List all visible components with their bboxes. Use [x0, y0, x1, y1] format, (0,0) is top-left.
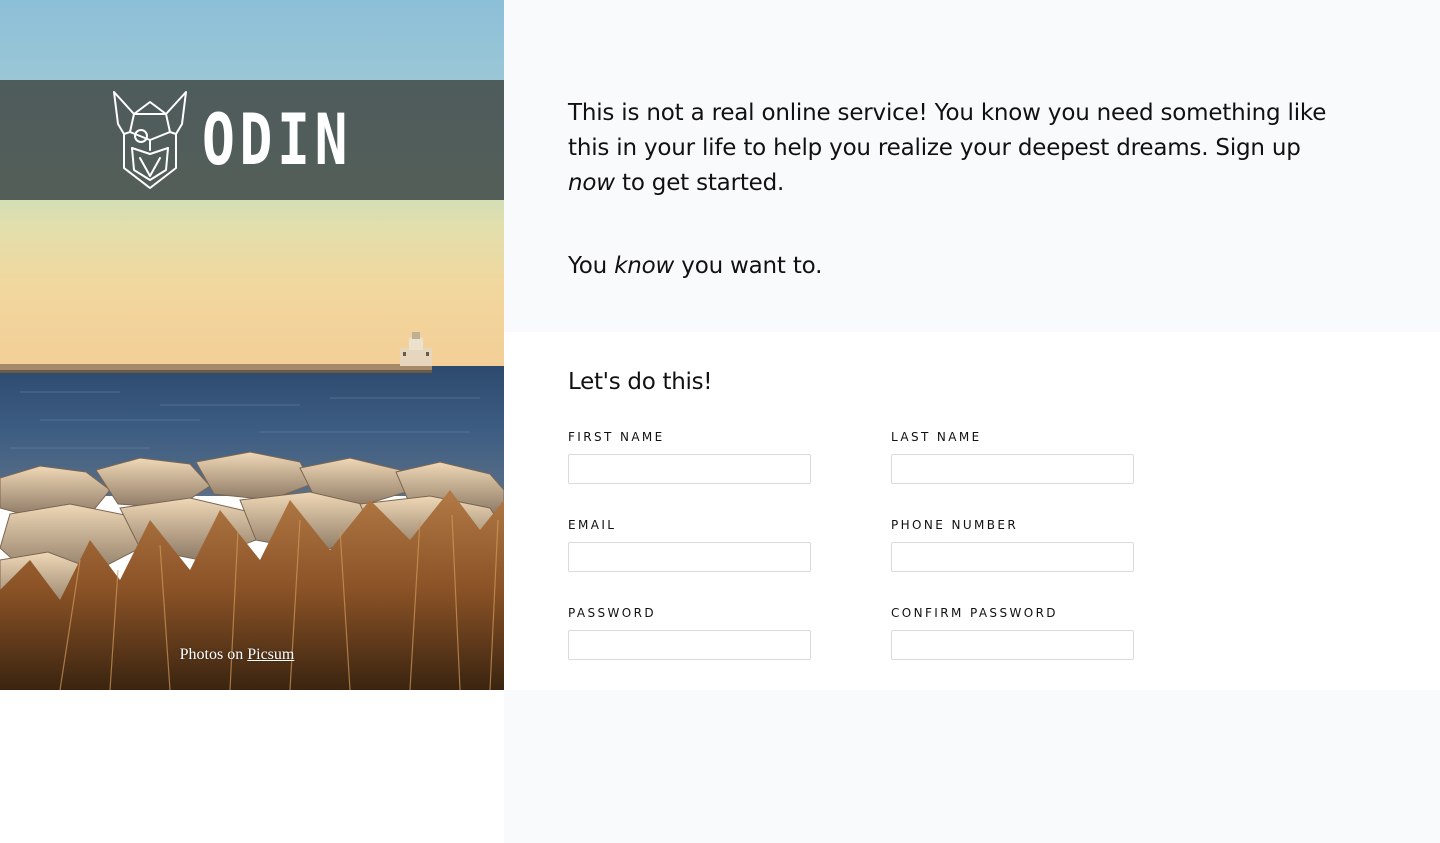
- confirm-password-label: CONFIRM PASSWORD: [891, 606, 1058, 620]
- tagline-text-after: you want to.: [681, 253, 823, 279]
- form-fields: FIRST NAME LAST NAME EMAIL PHONE NUMBER …: [568, 430, 1368, 670]
- first-name-group: FIRST NAME: [568, 430, 811, 484]
- last-name-group: LAST NAME: [891, 430, 1134, 484]
- tagline-emphasis-know: know: [614, 253, 675, 279]
- intro-text-after: to get started.: [622, 170, 785, 196]
- intro-section: This is not a real online service! You k…: [504, 0, 1440, 332]
- email-group: EMAIL: [568, 518, 811, 572]
- left-panel: ODIN Photos on Picsum: [0, 0, 504, 843]
- password-label: PASSWORD: [568, 606, 657, 620]
- email-label: EMAIL: [568, 518, 617, 532]
- signup-page: ODIN Photos on Picsum This is not a real…: [0, 0, 1440, 843]
- last-name-label: LAST NAME: [891, 430, 982, 444]
- password-group: PASSWORD: [568, 606, 811, 660]
- password-input[interactable]: [568, 630, 811, 660]
- first-name-label: FIRST NAME: [568, 430, 665, 444]
- intro-paragraph: This is not a real online service! You k…: [568, 96, 1338, 201]
- signup-form: Let's do this! FIRST NAME LAST NAME EMAI…: [504, 332, 1440, 690]
- phone-number-input[interactable]: [891, 542, 1134, 572]
- hero-photo: ODIN Photos on Picsum: [0, 0, 504, 690]
- confirm-password-input[interactable]: [891, 630, 1134, 660]
- tagline-paragraph: You know you want to.: [568, 249, 1338, 284]
- brand-name: ODIN: [201, 99, 352, 181]
- email-input[interactable]: [568, 542, 811, 572]
- brand-logo[interactable]: ODIN: [110, 88, 395, 192]
- picsum-link[interactable]: Picsum: [247, 646, 294, 663]
- intro-emphasis-now: now: [568, 170, 615, 196]
- confirm-password-group: CONFIRM PASSWORD: [891, 606, 1134, 660]
- first-name-input[interactable]: [568, 454, 811, 484]
- right-panel: This is not a real online service! You k…: [504, 0, 1440, 843]
- photo-credit-prefix: Photos on: [179, 646, 244, 663]
- tagline-text-before: You: [568, 253, 608, 279]
- phone-number-group: PHONE NUMBER: [891, 518, 1134, 572]
- photo-credit: Photos on Picsum: [0, 646, 474, 664]
- last-name-input[interactable]: [891, 454, 1134, 484]
- logo-band: ODIN: [0, 80, 504, 200]
- viking-helmet-icon: [112, 91, 187, 189]
- form-title: Let's do this!: [568, 369, 713, 395]
- intro-text-before: This is not a real online service! You k…: [568, 100, 1327, 161]
- phone-number-label: PHONE NUMBER: [891, 518, 1019, 532]
